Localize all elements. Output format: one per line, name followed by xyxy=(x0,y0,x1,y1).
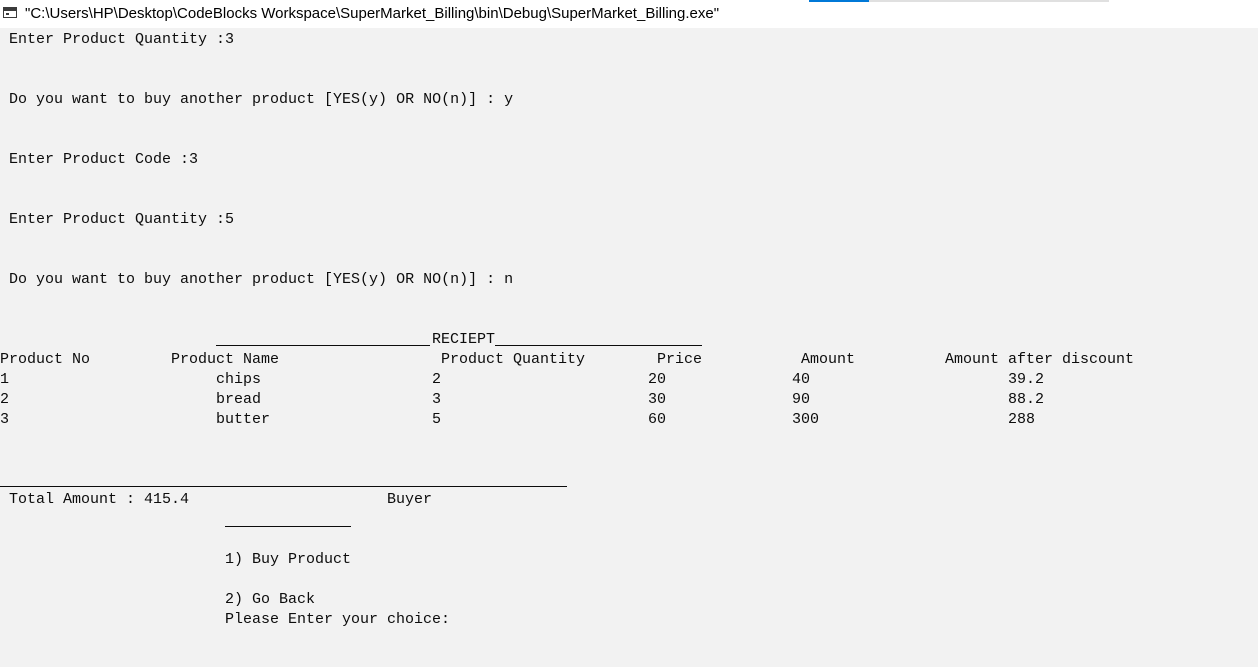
row-2-discounted: 88.2 xyxy=(1008,391,1045,408)
header-amount: Amount xyxy=(801,351,856,368)
row-2-name: bread xyxy=(216,391,262,408)
menu-option-buy-product: 1) Buy Product xyxy=(225,551,352,568)
prompt-quantity-1: Enter Product Quantity :3 xyxy=(9,31,235,48)
prompt-product-code: Enter Product Code :3 xyxy=(9,151,199,168)
row-3-no: 3 xyxy=(0,411,10,428)
window-title: "C:\Users\HP\Desktop\CodeBlocks Workspac… xyxy=(25,5,720,22)
title-bar[interactable]: "C:\Users\HP\Desktop\CodeBlocks Workspac… xyxy=(0,0,1258,28)
menu-option-go-back: 2) Go Back xyxy=(225,591,316,608)
header-product-name: Product Name xyxy=(171,351,280,368)
menu-heading: Buyer xyxy=(387,491,433,508)
receipt-rule-left xyxy=(216,345,430,346)
console-output[interactable]: Enter Product Quantity :3 Do you want to… xyxy=(0,28,1258,667)
prompt-buy-another-2: Do you want to buy another product [YES(… xyxy=(9,271,514,288)
receipt-title: RECIEPT xyxy=(432,331,496,348)
row-1-no: 1 xyxy=(0,371,10,388)
total-separator xyxy=(0,486,567,487)
row-2-amount: 90 xyxy=(792,391,811,408)
header-price: Price xyxy=(657,351,703,368)
row-2-no: 2 xyxy=(0,391,10,408)
row-3-discounted: 288 xyxy=(1008,411,1036,428)
menu-choice-prompt[interactable]: Please Enter your choice: xyxy=(225,610,450,630)
title-accent-line xyxy=(809,0,869,2)
row-3-price: 60 xyxy=(648,411,667,428)
prompt-quantity-2: Enter Product Quantity :5 xyxy=(9,211,235,228)
header-amount-after-discount: Amount after discount xyxy=(945,351,1135,368)
row-2-quantity: 3 xyxy=(432,391,442,408)
row-1-quantity: 2 xyxy=(432,371,442,388)
header-product-no: Product No xyxy=(0,351,91,368)
row-3-amount: 300 xyxy=(792,411,820,428)
menu-underline xyxy=(225,526,351,527)
console-window: "C:\Users\HP\Desktop\CodeBlocks Workspac… xyxy=(0,0,1258,667)
row-1-name: chips xyxy=(216,371,262,388)
row-1-price: 20 xyxy=(648,371,667,388)
title-accent-line-secondary xyxy=(869,0,1109,2)
row-1-amount: 40 xyxy=(792,371,811,388)
row-1-discounted: 39.2 xyxy=(1008,371,1045,388)
console-app-icon xyxy=(3,7,17,18)
total-amount: Total Amount : 415.4 xyxy=(9,491,190,508)
row-3-name: butter xyxy=(216,411,271,428)
header-product-quantity: Product Quantity xyxy=(441,351,586,368)
row-3-quantity: 5 xyxy=(432,411,442,428)
receipt-rule-right xyxy=(495,345,702,346)
prompt-buy-another-1: Do you want to buy another product [YES(… xyxy=(9,91,514,108)
row-2-price: 30 xyxy=(648,391,667,408)
